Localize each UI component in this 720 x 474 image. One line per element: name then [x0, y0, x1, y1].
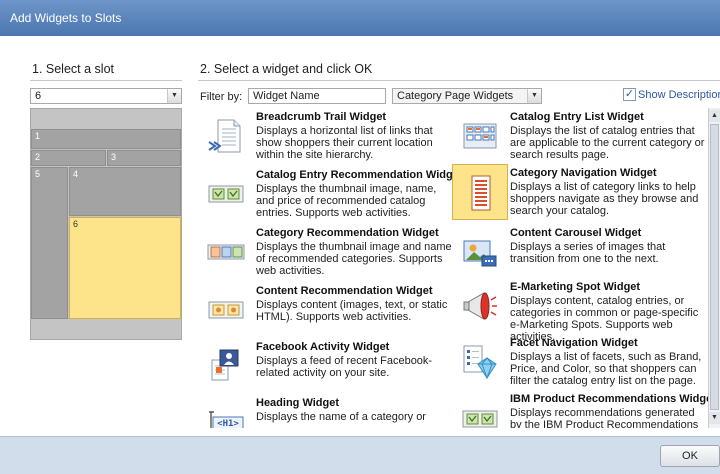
- widget-description: Displays content (images, text, or stati…: [256, 299, 448, 323]
- heading-icon: <H1>: [198, 394, 254, 428]
- widget-title: Catalog Entry Recommendation Widget: [256, 169, 463, 181]
- scroll-down-icon[interactable]: ▼: [709, 412, 720, 424]
- widget-title: Heading Widget: [256, 397, 340, 409]
- widget-description: Displays a horizontal list of links that…: [256, 125, 433, 161]
- widget-description: Displays the thumbnail image, name, and …: [256, 183, 437, 219]
- widget-title: IBM Product Recommendations Widget: [510, 393, 708, 405]
- category-recommendation-icon: [198, 224, 254, 280]
- chevron-down-icon[interactable]: ▼: [527, 89, 541, 103]
- slot-divider: [30, 80, 182, 81]
- catalog-entry-recommendation-icon: [198, 166, 254, 222]
- widget-e-marketing-spot[interactable]: E-Marketing Spot Widget Displays content…: [452, 278, 702, 343]
- category-navigation-icon: [452, 164, 508, 220]
- widget-title: E-Marketing Spot Widget: [510, 281, 641, 293]
- ok-button[interactable]: OK: [660, 445, 720, 467]
- catalog-entry-list-icon: [452, 108, 508, 164]
- slot-4[interactable]: 4: [69, 167, 181, 216]
- slot-2[interactable]: 2: [31, 150, 106, 166]
- content-carousel-icon: [452, 224, 508, 280]
- widget-catalog-entry-recommendation[interactable]: Catalog Entry Recommendation Widget Disp…: [198, 166, 462, 224]
- widget-title: Facebook Activity Widget: [256, 341, 390, 353]
- widget-category-recommendation[interactable]: Category Recommendation Widget Displays …: [198, 224, 452, 282]
- widget-description: Displays the thumbnail image and name of…: [256, 241, 452, 277]
- widget-title: Category Recommendation Widget: [256, 227, 439, 239]
- slot-select-value: 6: [35, 90, 42, 102]
- slot-label: 5: [35, 169, 41, 179]
- select-slot-heading: 1. Select a slot: [32, 62, 114, 76]
- scroll-up-icon[interactable]: ▲: [709, 110, 720, 122]
- breadcrumb-icon: [198, 108, 254, 164]
- widget-content-carousel[interactable]: Content Carousel Widget Displays a serie…: [452, 224, 702, 282]
- slot-map: 1 2 3 5 4 6: [30, 108, 182, 340]
- filter-input[interactable]: Widget Name: [248, 88, 386, 104]
- widget-breadcrumb-trail[interactable]: Breadcrumb Trail Widget Displays a horiz…: [198, 108, 448, 166]
- widget-title: Breadcrumb Trail Widget: [256, 111, 387, 123]
- widget-category-navigation[interactable]: Category Navigation Widget Displays a li…: [452, 164, 702, 222]
- widget-title: Content Recommendation Widget: [256, 285, 433, 297]
- dialog-title-bar: Add Widgets to Slots: [0, 0, 720, 36]
- slot-label: 3: [111, 152, 117, 162]
- widget-description: Displays recommendations generated by th…: [510, 407, 699, 428]
- slot-3[interactable]: 3: [107, 150, 181, 166]
- widget-title: Catalog Entry List Widget: [510, 111, 644, 123]
- widget-description: Displays the list of catalog entries tha…: [510, 125, 705, 161]
- widget-description: Displays a list of category links to hel…: [510, 181, 699, 217]
- widget-description: Displays a feed of recent Facebook-relat…: [256, 355, 433, 379]
- widget-list-scrollbar[interactable]: ▲ ▼: [708, 108, 720, 428]
- widget-description: Displays a series of images that transit…: [510, 241, 666, 265]
- widget-catalog-entry-list[interactable]: Catalog Entry List Widget Displays the l…: [452, 108, 704, 166]
- widget-description: Displays a list of facets, such as Brand…: [510, 351, 702, 387]
- widget-list: Breadcrumb Trail Widget Displays a horiz…: [198, 108, 708, 428]
- dialog-title: Add Widgets to Slots: [10, 11, 122, 25]
- widget-description: Displays the name of a category or: [256, 411, 426, 423]
- scrollbar-thumb[interactable]: [710, 124, 719, 410]
- dialog-footer: OK: [0, 436, 720, 474]
- widget-title: Content Carousel Widget: [510, 227, 642, 239]
- heading-icon-text: <H1>: [217, 419, 239, 428]
- filter-label: Filter by:: [200, 91, 243, 103]
- widget-title: Category Navigation Widget: [510, 167, 657, 179]
- content-recommendation-icon: [198, 282, 254, 338]
- widget-heading[interactable]: <H1> Heading Widget Displays the name of…: [198, 394, 448, 428]
- slot-label: 1: [35, 131, 41, 141]
- widget-content-recommendation[interactable]: Content Recommendation Widget Displays c…: [198, 282, 448, 340]
- show-description-checkbox[interactable]: ✓: [623, 88, 636, 101]
- megaphone-icon: [452, 278, 508, 334]
- slot-label: 4: [73, 169, 79, 179]
- select-widget-heading: 2. Select a widget and click OK: [200, 62, 373, 76]
- slot-1[interactable]: 1: [31, 129, 181, 149]
- slot-label: 2: [35, 152, 41, 162]
- slot-6[interactable]: 6: [69, 217, 181, 319]
- widget-facet-navigation[interactable]: Facet Navigation Widget Displays a list …: [452, 334, 702, 392]
- widget-title: Facet Navigation Widget: [510, 337, 638, 349]
- widget-ibm-product-recommendations[interactable]: IBM Product Recommendations Widget Displ…: [452, 390, 708, 428]
- facet-navigation-icon: [452, 334, 508, 390]
- category-select-value: Category Page Widgets: [397, 90, 514, 102]
- ibm-product-recommendations-icon: [452, 390, 508, 428]
- show-description-label: Show Description: [638, 89, 720, 101]
- widget-divider: [198, 80, 720, 81]
- slot-select[interactable]: 6 ▼: [30, 88, 182, 104]
- slot-5[interactable]: 5: [31, 167, 68, 319]
- widget-facebook-activity[interactable]: Facebook Activity Widget Displays a feed…: [198, 338, 448, 396]
- category-select[interactable]: Category Page Widgets ▼: [392, 88, 542, 104]
- chevron-down-icon[interactable]: ▼: [167, 89, 181, 103]
- slot-label: 6: [73, 219, 79, 229]
- facebook-activity-icon: [198, 338, 254, 394]
